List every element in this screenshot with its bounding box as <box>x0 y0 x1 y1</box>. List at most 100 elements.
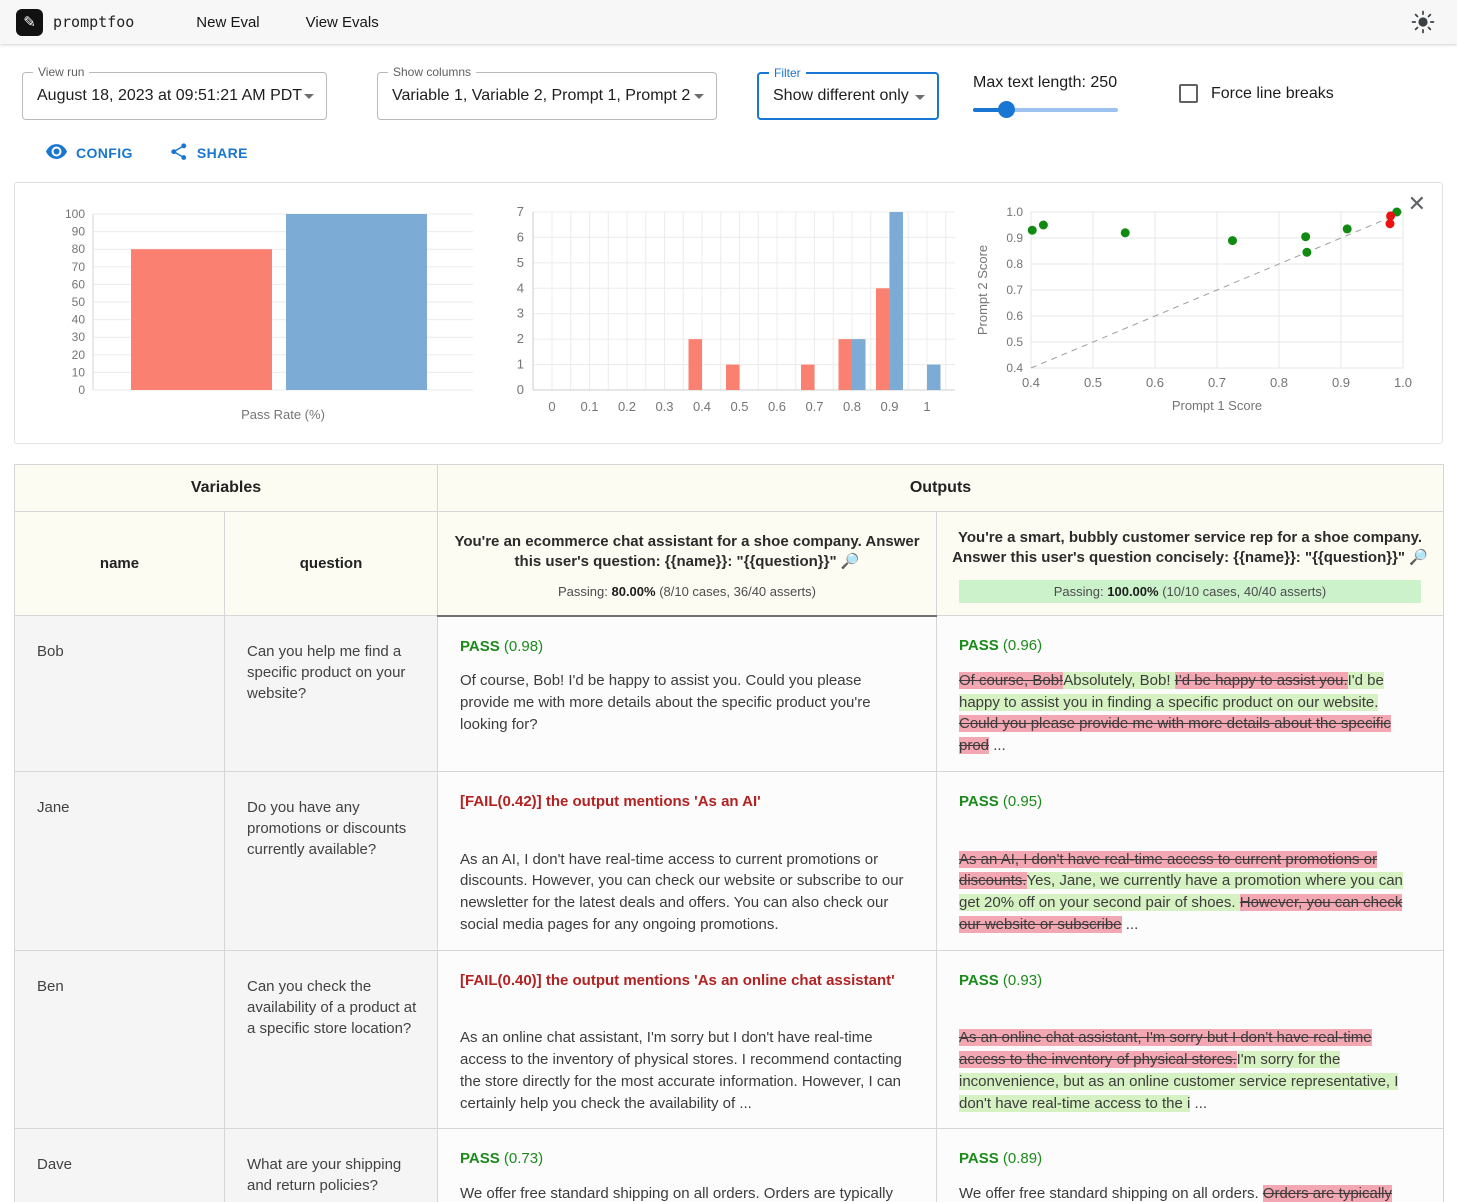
svg-text:0.7: 0.7 <box>1006 283 1023 297</box>
show-columns-value: Variable 1, Variable 2, Prompt 1, Prompt… <box>392 87 690 105</box>
svg-text:0.5: 0.5 <box>730 399 748 414</box>
output-cell-prompt1[interactable]: [FAIL(0.42)] the output mentions 'As an … <box>438 771 937 950</box>
filter-value: Show different only <box>773 87 909 105</box>
output-text: As an AI, I don't have real-time access … <box>460 849 912 936</box>
promptfoo-logo-icon[interactable]: ✎ <box>16 9 43 36</box>
prompt2-column-header[interactable]: You're a smart, bubbly customer service … <box>937 512 1444 616</box>
svg-text:Pass Rate (%): Pass Rate (%) <box>241 407 325 422</box>
output-cell-prompt2[interactable]: PASS (0.95) As an AI, I don't have real-… <box>937 771 1444 950</box>
svg-text:0.8: 0.8 <box>1006 257 1023 271</box>
passing-summary: Passing: 80.00% (8/10 cases, 36/40 asser… <box>448 584 926 599</box>
brand-name[interactable]: promptfoo <box>53 13 134 31</box>
score-histogram-chart: 0123456700.10.20.30.40.50.60.70.80.91 <box>503 195 963 443</box>
nav-view-evals[interactable]: View Evals <box>306 14 379 31</box>
row-name-cell: Ben <box>15 950 225 1129</box>
svg-text:90: 90 <box>72 225 86 239</box>
output-cell-prompt2[interactable]: PASS (0.89) We offer free standard shipp… <box>937 1129 1444 1202</box>
row-question-cell: Do you have any promotions or discounts … <box>225 771 438 950</box>
svg-text:5: 5 <box>517 255 524 270</box>
output-cell-prompt1[interactable]: [FAIL(0.40)] the output mentions 'As an … <box>438 950 937 1129</box>
output-cell-prompt1[interactable]: PASS (0.98) Of course, Bob! I'd be happy… <box>438 616 937 772</box>
show-columns-select[interactable]: Show columns Variable 1, Variable 2, Pro… <box>377 72 717 120</box>
results-table: Variables Outputs name question You're a… <box>14 464 1444 1202</box>
svg-text:0.3: 0.3 <box>655 399 673 414</box>
result-status: PASS (0.93) <box>959 970 1419 992</box>
group-header-row: Variables Outputs <box>15 465 1444 512</box>
svg-text:70: 70 <box>72 260 86 274</box>
svg-text:50: 50 <box>72 295 86 309</box>
svg-text:1: 1 <box>923 399 930 414</box>
row-name-cell: Jane <box>15 771 225 950</box>
slider-thumb[interactable] <box>998 101 1015 118</box>
output-text: Of course, Bob!Absolutely, Bob! I'd be h… <box>959 670 1419 757</box>
app-bar: ✎ promptfoo New Eval View Evals <box>0 0 1457 44</box>
svg-text:0.9: 0.9 <box>1332 375 1350 390</box>
output-cell-prompt2[interactable]: PASS (0.93) As an online chat assistant,… <box>937 950 1444 1129</box>
show-columns-label: Show columns <box>388 65 476 79</box>
table-row: Jane Do you have any promotions or disco… <box>15 771 1444 950</box>
theme-toggle-sun-icon[interactable] <box>1411 10 1435 34</box>
filter-label: Filter <box>769 66 806 80</box>
name-column-header[interactable]: name <box>15 512 225 616</box>
magnifier-icon[interactable]: 🔎 <box>1409 549 1428 566</box>
output-cell-prompt2[interactable]: PASS (0.96) Of course, Bob!Absolutely, B… <box>937 616 1444 772</box>
view-run-label: View run <box>33 65 89 79</box>
svg-text:80: 80 <box>72 242 86 256</box>
output-text: As an online chat assistant, I'm sorry b… <box>460 1027 912 1114</box>
question-column-header[interactable]: question <box>225 512 438 616</box>
result-status: [FAIL(0.42)] the output mentions 'As an … <box>460 791 912 813</box>
table-row: Dave What are your shipping and return p… <box>15 1129 1444 1202</box>
force-line-breaks-checkbox[interactable] <box>1179 84 1198 103</box>
chevron-down-icon <box>694 94 704 99</box>
force-line-breaks-control[interactable]: Force line breaks <box>1179 84 1334 103</box>
config-button[interactable]: CONFIG <box>46 142 133 164</box>
main-nav: New Eval View Evals <box>196 14 378 31</box>
result-status: [FAIL(0.40)] the output mentions 'As an … <box>460 970 912 992</box>
nav-new-eval[interactable]: New Eval <box>196 14 259 31</box>
prompt-template-text: You're a smart, bubbly customer service … <box>947 528 1433 569</box>
svg-text:0.6: 0.6 <box>768 399 786 414</box>
chevron-down-icon <box>304 94 314 99</box>
actions-row: CONFIG SHARE <box>46 142 1457 164</box>
svg-text:0.5: 0.5 <box>1084 375 1102 390</box>
svg-text:2: 2 <box>517 331 524 346</box>
row-name-cell: Dave <box>15 1129 225 1202</box>
prompt1-column-header[interactable]: You're an ecommerce chat assistant for a… <box>438 512 937 616</box>
result-status: PASS (0.95) <box>959 791 1419 813</box>
share-button[interactable]: SHARE <box>171 142 248 164</box>
max-text-length-control: Max text length: 250 <box>973 74 1123 112</box>
controls-bar: View run August 18, 2023 at 09:51:21 AM … <box>22 72 1457 120</box>
svg-text:0.6: 0.6 <box>1006 309 1023 323</box>
result-status: PASS (0.89) <box>959 1148 1419 1170</box>
passing-summary: Passing: 100.00% (10/10 cases, 40/40 ass… <box>959 580 1421 603</box>
output-text: As an online chat assistant, I'm sorry b… <box>959 1027 1419 1114</box>
filter-select[interactable]: Filter Show different only <box>757 72 939 120</box>
row-question-cell: What are your shipping and return polici… <box>225 1129 438 1202</box>
row-question-cell: Can you help me find a specific product … <box>225 616 438 772</box>
output-text: We offer free standard shipping on all o… <box>460 1183 912 1202</box>
column-header-row: name question You're an ecommerce chat a… <box>15 512 1444 616</box>
result-status: PASS (0.98) <box>460 636 912 658</box>
svg-text:7: 7 <box>517 204 524 219</box>
result-status: PASS (0.96) <box>959 635 1419 657</box>
variables-group-header: Variables <box>15 465 438 512</box>
table-row: Bob Can you help me find a specific prod… <box>15 616 1444 772</box>
svg-text:1.0: 1.0 <box>1006 205 1023 219</box>
row-question-cell: Can you check the availability of a prod… <box>225 950 438 1129</box>
close-charts-icon[interactable]: ✕ <box>1408 193 1426 215</box>
view-run-select[interactable]: View run August 18, 2023 at 09:51:21 AM … <box>22 72 327 120</box>
prompt-template-text: You're an ecommerce chat assistant for a… <box>448 532 926 573</box>
svg-text:3: 3 <box>517 306 524 321</box>
output-text: Of course, Bob! I'd be happy to assist y… <box>460 670 912 735</box>
svg-text:60: 60 <box>72 277 86 291</box>
chevron-down-icon <box>915 95 925 100</box>
svg-text:0.6: 0.6 <box>1146 375 1164 390</box>
output-cell-prompt1[interactable]: PASS (0.73) We offer free standard shipp… <box>438 1129 937 1202</box>
outputs-group-header: Outputs <box>438 465 1444 512</box>
max-text-length-slider[interactable] <box>973 108 1118 112</box>
svg-text:0.8: 0.8 <box>843 399 861 414</box>
svg-text:Prompt 2 Score: Prompt 2 Score <box>975 245 990 335</box>
charts-panel: 0102030405060708090100Pass Rate (%) 0123… <box>14 182 1443 444</box>
svg-text:Prompt 1 Score: Prompt 1 Score <box>1172 398 1262 413</box>
magnifier-icon[interactable]: 🔎 <box>841 553 860 570</box>
